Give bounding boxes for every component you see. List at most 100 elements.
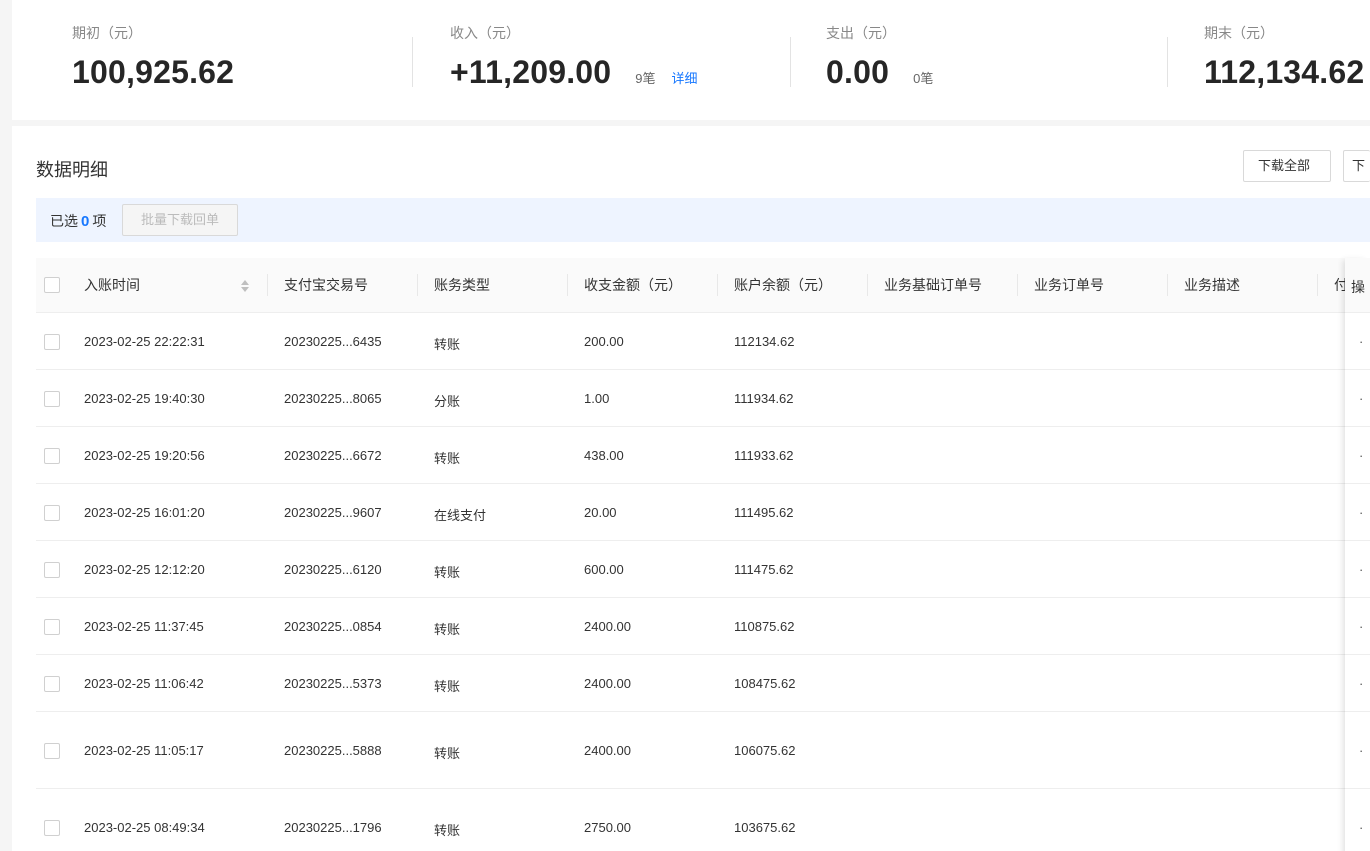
download-button[interactable]: 下 [1343,150,1370,182]
cell-amount: 438.00 [584,448,624,463]
cell-type: 转账 [434,823,461,838]
cell-balance: 103675.62 [734,820,796,835]
table-row[interactable]: 2023-02-25 11:06:42 20230225...5373 转账 2400… [36,655,1370,712]
row-operation-link[interactable]: · [1359,820,1363,835]
income-detail-link[interactable]: 详细 [672,68,698,87]
row-operation-link[interactable]: · [1359,743,1363,758]
cell-amount: 2400.00 [584,619,631,634]
cell-time: 2023-02-25 16:01:20 [84,505,205,520]
row-checkbox[interactable] [44,820,60,836]
opening-label: 期初（元） [72,25,142,41]
row-operation-link[interactable]: · [1359,562,1363,577]
column-header-amount: 收支金额（元） [584,277,682,293]
column-header-order-no: 业务订单号 [1034,277,1104,293]
column-divider [1017,274,1018,296]
row-checkbox[interactable] [44,619,60,635]
operation-cells: · · · · · · · · · [1345,313,1370,851]
column-divider [267,274,268,296]
fixed-operation-column: 操 · · · · · · · · · [1345,258,1370,851]
cell-trade-no: 20230225...1796 [284,820,382,835]
cell-time: 2023-02-25 12:12:20 [84,562,205,577]
table-row[interactable]: 2023-02-25 19:40:30 20230225...8065 分账 1.00… [36,370,1370,427]
column-divider [417,274,418,296]
cell-balance: 111475.62 [734,562,794,577]
column-header-operation: 操 [1351,279,1365,295]
column-divider [717,274,718,296]
row-operation-link[interactable]: · [1359,505,1363,520]
row-operation-link[interactable]: · [1359,334,1363,349]
row-operation-link[interactable]: · [1359,448,1363,463]
column-header-description: 业务描述 [1184,277,1240,293]
cell-type: 在线支付 [434,508,487,523]
cell-balance: 112134.62 [734,334,795,349]
cell-type: 转账 [434,622,461,637]
table-row[interactable]: 2023-02-25 22:22:31 20230225...6435 转账 200.… [36,313,1370,370]
row-checkbox[interactable] [44,743,60,759]
cell-type: 转账 [434,679,461,694]
column-header-balance: 账户余额（元） [734,277,832,293]
cell-trade-no: 20230225...6672 [284,448,382,463]
expense-value: 0.00 [826,54,890,90]
table-row[interactable]: 2023-02-25 16:01:20 20230225...9607 在线支付 20… [36,484,1370,541]
row-checkbox[interactable] [44,448,60,464]
cell-trade-no: 20230225...0854 [284,619,382,634]
cell-type: 转账 [434,565,461,580]
row-checkbox[interactable] [44,676,60,692]
expense-stat: 支出（元） 0.00 0笔 [826,24,933,91]
cell-trade-no: 20230225...9607 [284,505,382,520]
column-header-type: 账务类型 [434,277,490,293]
sort-icon[interactable] [241,280,249,292]
cell-type: 分账 [434,394,461,409]
cell-balance: 110875.62 [734,619,795,634]
cell-trade-no: 20230225...6120 [284,562,382,577]
closing-value: 112,134.62 [1204,54,1365,90]
table-row[interactable]: 2023-02-25 19:20:56 20230225...6672 转账 438.… [36,427,1370,484]
income-label: 收入（元） [450,25,520,41]
selected-suffix: 项 [92,213,107,229]
column-divider [567,274,568,296]
download-all-button[interactable]: 下载全部 [1243,150,1331,182]
table-row[interactable]: 2023-02-25 11:37:45 20230225...0854 转账 2400… [36,598,1370,655]
row-operation-link[interactable]: · [1359,391,1363,406]
cell-amount: 600.00 [584,562,624,577]
cell-type: 转账 [434,451,461,466]
divider [790,37,791,87]
expense-count: 0笔 [913,71,934,86]
cell-trade-no: 20230225...5373 [284,676,382,691]
cell-time: 2023-02-25 11:05:17 [84,743,204,758]
row-checkbox[interactable] [44,391,60,407]
column-divider [1167,274,1168,296]
selected-count: 0 [81,213,90,230]
row-checkbox[interactable] [44,505,60,521]
row-checkbox[interactable] [44,562,60,578]
selected-prefix: 已选 [50,213,78,229]
cell-balance: 111495.62 [734,505,794,520]
cell-balance: 111933.62 [734,448,794,463]
column-header-time[interactable]: 入账时间 [84,258,140,313]
table-row[interactable]: 2023-02-25 12:12:20 20230225...6120 转账 600.… [36,541,1370,598]
cell-trade-no: 20230225...8065 [284,391,382,406]
divider [412,37,413,87]
table-row[interactable]: 2023-02-25 11:05:17 20230225...5888 转账 2400… [36,712,1370,789]
table-row[interactable]: 2023-02-25 08:49:34 20230225...1796 转账 2750… [36,789,1370,851]
cell-amount: 2400.00 [584,743,631,758]
row-operation-link[interactable]: · [1359,619,1363,634]
column-divider [867,274,868,296]
opening-value: 100,925.62 [72,54,235,90]
closing-balance-stat: 期末（元） 112,134.62 [1204,24,1364,91]
income-stat: 收入（元） +11,209.00 9笔 详细 [450,24,698,91]
column-header-payer: 付 [1334,277,1345,293]
summary-card: 期初（元） 100,925.62 收入（元） +11,209.00 9笔 详细 … [12,0,1370,120]
cell-amount: 2750.00 [584,820,631,835]
select-all-checkbox[interactable] [44,277,60,293]
row-checkbox[interactable] [44,334,60,350]
batch-download-receipts-button[interactable]: 批量下载回单 [122,204,238,236]
cell-amount: 200.00 [584,334,624,349]
cell-time: 2023-02-25 11:06:42 [84,676,204,691]
cell-time: 2023-02-25 11:37:45 [84,619,204,634]
cell-type: 转账 [434,337,461,352]
table-header: 入账时间 支付宝交易号 账务类型 收支金额（元） 账户余额（元） 业务基础订单号… [36,258,1370,313]
row-operation-link[interactable]: · [1359,676,1363,691]
panel-title: 数据明细 [36,160,108,180]
cell-time: 2023-02-25 19:20:56 [84,448,205,463]
